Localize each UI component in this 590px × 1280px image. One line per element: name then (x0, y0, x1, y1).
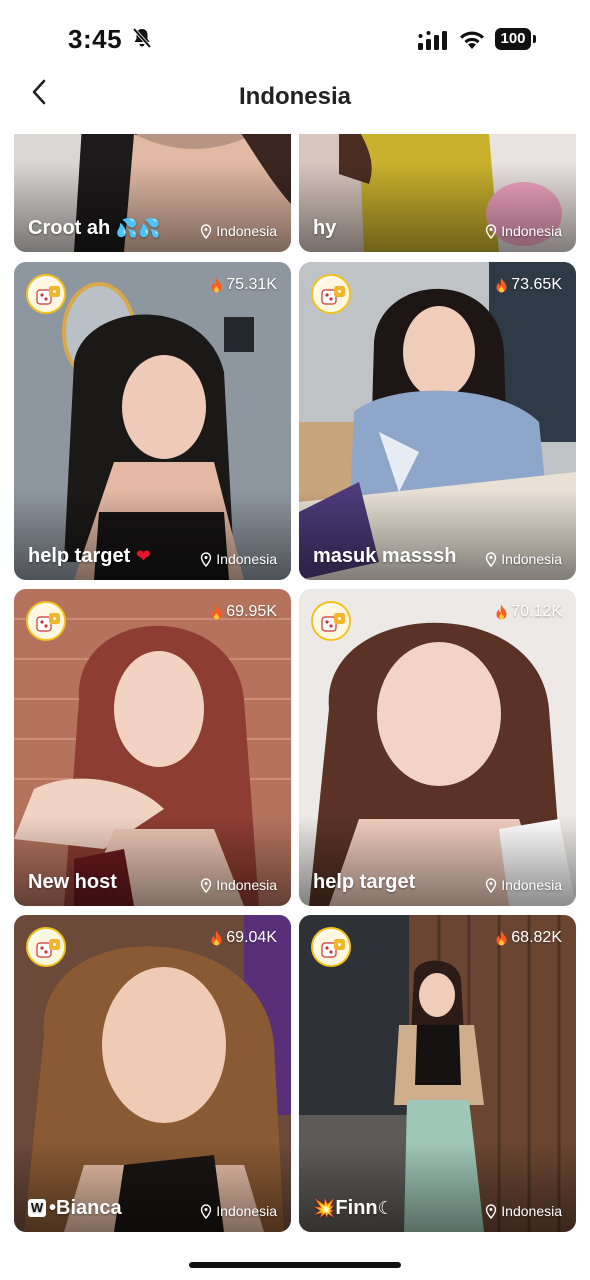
stream-card[interactable]: 68.82K 💥Finn☾ Indonesia (299, 915, 576, 1232)
flame-icon (211, 277, 222, 293)
viewer-count: 69.95K (210, 603, 277, 621)
location-text: Indonesia (216, 1203, 277, 1219)
battery-cap (533, 35, 536, 43)
sicbo-badge (311, 927, 351, 967)
stream-title-text: Croot ah (28, 217, 111, 239)
location-text: Indonesia (216, 551, 277, 567)
location-label: Indonesia (485, 223, 562, 239)
page-title: Indonesia (238, 83, 352, 110)
stream-title: help target ❤ (28, 545, 151, 568)
stream-card[interactable]: 69.95K New host Indonesia (14, 589, 291, 906)
viewer-count: 69.04K (210, 929, 277, 947)
stream-title-text: Finn (335, 1197, 378, 1219)
location-label: Indonesia (485, 877, 562, 893)
stream-title-text: •Bianca (49, 1197, 122, 1219)
viewer-count-text: 75.31K (226, 276, 277, 293)
status-time: 3:45 (68, 24, 123, 54)
sicbo-badge (311, 274, 351, 314)
wifi-icon (460, 31, 484, 49)
sicbo-badge (26, 927, 66, 967)
status-bar: 3:45 100 (0, 0, 590, 80)
sicbo-badge (26, 601, 66, 641)
viewer-count: 73.65K (495, 276, 562, 294)
stream-card[interactable]: 69.04K W •Bianca Indonesia (14, 915, 291, 1232)
location-text: Indonesia (216, 223, 277, 239)
location-label: Indonesia (485, 551, 562, 567)
nav-bar: Indonesia (0, 75, 590, 130)
stream-grid: Croot ah 💦💦 Indonesia hy Indonesia 75.31… (0, 134, 590, 1234)
location-text: Indonesia (501, 877, 562, 893)
location-pin-icon (486, 877, 497, 893)
location-text: Indonesia (501, 223, 562, 239)
stream-title: help target (313, 871, 416, 893)
home-indicator[interactable] (189, 1262, 401, 1268)
stream-title: hy (313, 217, 337, 239)
sicbo-badge (26, 274, 66, 314)
flame-icon (496, 930, 507, 946)
w-badge: W (28, 1199, 46, 1217)
stream-card[interactable]: 73.65K masuk masssh Indonesia (299, 262, 576, 580)
location-label: Indonesia (200, 1203, 277, 1219)
stream-card[interactable]: 75.31K help target ❤ Indonesia (14, 262, 291, 580)
location-pin-icon (201, 877, 212, 893)
location-text: Indonesia (216, 877, 277, 893)
location-pin-icon (201, 551, 212, 567)
droplets-emoji: 💦💦 (115, 218, 161, 239)
battery-level: 100 (495, 28, 531, 50)
viewer-count: 75.31K (210, 276, 277, 294)
flame-icon (496, 604, 507, 620)
location-label: Indonesia (485, 1203, 562, 1219)
location-label: Indonesia (200, 551, 277, 567)
flame-icon (496, 277, 507, 293)
stream-title-text: help target (28, 545, 131, 567)
location-label: Indonesia (200, 223, 277, 239)
viewer-count-text: 69.04K (226, 929, 277, 946)
battery-indicator: 100 (495, 28, 537, 50)
stream-title: Croot ah 💦💦 (28, 217, 161, 240)
viewer-count-text: 70.12K (511, 603, 562, 620)
collision-emoji: 💥 (313, 1198, 336, 1219)
location-text: Indonesia (501, 551, 562, 567)
location-pin-icon (486, 1203, 497, 1219)
stream-title: New host (28, 871, 117, 893)
viewer-count-text: 68.82K (511, 929, 562, 946)
viewer-count-text: 69.95K (226, 603, 277, 620)
stream-card[interactable]: hy Indonesia (299, 134, 576, 252)
heart-icon: ❤ (135, 546, 151, 567)
viewer-count-text: 73.65K (511, 276, 562, 293)
viewer-count: 68.82K (495, 929, 562, 947)
bell-muted-icon (132, 27, 152, 49)
flame-icon (211, 604, 222, 620)
location-text: Indonesia (501, 1203, 562, 1219)
stream-card[interactable]: 70.12K help target Indonesia (299, 589, 576, 906)
location-pin-icon (486, 223, 497, 239)
location-pin-icon (201, 1203, 212, 1219)
location-pin-icon (201, 223, 212, 239)
flame-icon (211, 930, 222, 946)
stream-title: 💥Finn☾ (313, 1197, 394, 1220)
viewer-count: 70.12K (495, 603, 562, 621)
cellular-signal-icon (418, 31, 447, 50)
location-pin-icon (486, 551, 497, 567)
sicbo-badge (311, 601, 351, 641)
stream-title: masuk masssh (313, 545, 457, 567)
stream-card[interactable]: Croot ah 💦💦 Indonesia (14, 134, 291, 252)
stream-title: W •Bianca (28, 1197, 122, 1220)
moon-icon: ☾ (377, 1198, 394, 1219)
location-label: Indonesia (200, 877, 277, 893)
